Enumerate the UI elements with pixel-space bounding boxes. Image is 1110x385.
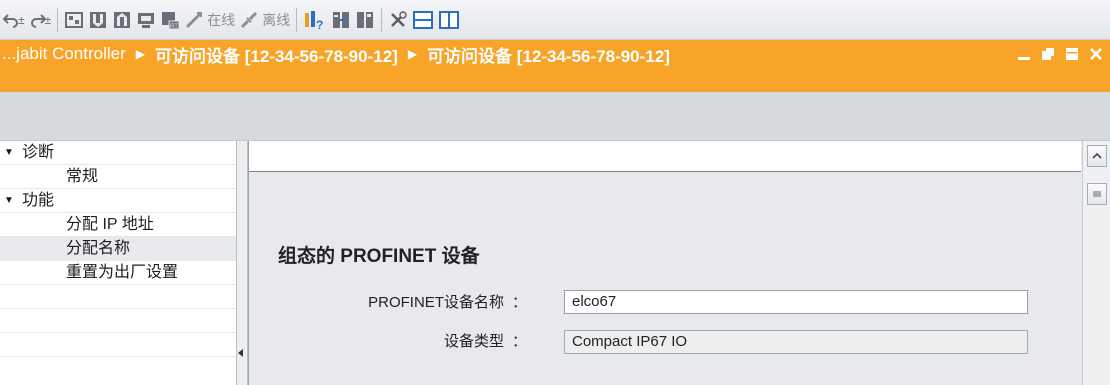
device-name-label: PROFINET设备名称 ： [368,291,527,312]
device-type-field: Compact IP67 IO [564,330,1028,354]
expand-triangle-icon[interactable]: ▼ [4,141,16,164]
svg-text:RT: RT [170,24,178,30]
breadcrumb-item-accessible-device[interactable]: 可访问设备 [12-34-56-78-90-12] [427,42,670,67]
editor-toolbar-area [0,92,1110,141]
nav-item-label: 分配 IP 地址 [66,216,154,233]
breadcrumb-separator-icon: ▶ [135,47,146,61]
nav-item-assign-ip-address[interactable]: 分配 IP 地址 [0,213,236,237]
expand-triangle-icon[interactable]: ▼ [4,189,16,212]
nav-item-label: 重置为出厂设置 [66,264,179,281]
tia-portal-window: ± ± RT 在线 离线 ? ...jabit Controller ▶ 可访问… [0,0,1110,385]
breadcrumb-item-controller[interactable]: ...jabit Controller [2,44,126,64]
toolbar-separator [381,7,383,32]
go-offline-label: 离线 [262,11,291,28]
tools-icon[interactable] [388,7,408,33]
redo-dropdown-icon: ± [44,12,52,27]
assign-name-panel: 组态的 PROFINET 设备 PROFINET设备名称 ： elco67 设备类… [248,141,1081,385]
nav-item-label: 分配名称 [66,240,131,257]
vertical-scrollbar[interactable] [1082,141,1110,385]
breadcrumb-separator-icon: ▶ [407,47,418,61]
accessible-devices-icon[interactable]: ? [303,7,327,33]
device-type-label-text: 设备类型 [443,333,504,350]
split-horizontal-icon[interactable] [412,7,434,33]
device-type-label: 设备类型 ： [444,330,527,351]
device-name-label-text: PROFINET设备名称 [368,294,504,311]
device-type-colon: ： [511,333,527,350]
nav-item-empty [0,333,236,357]
nav-item-label: 功能 [22,192,55,209]
split-vertical-icon[interactable] [438,7,460,33]
undo-button[interactable]: ± [2,7,25,33]
section-title: 组态的 PROFINET 设备 [278,246,480,267]
toolbar-separator [296,7,298,32]
scroll-up-button[interactable] [1087,145,1107,167]
start-simulation-icon[interactable] [136,7,156,33]
scroll-thumb[interactable] [1087,183,1107,205]
breadcrumb-item-accessible-devices[interactable]: 可访问设备 [12-34-56-78-90-12] [155,42,398,67]
device-name-field[interactable]: elco67 [564,290,1028,314]
nav-item-label: 诊断 [22,144,55,161]
nav-item-assign-name[interactable]: 分配名称 [0,237,236,261]
undo-dropdown-icon: ± [18,12,25,27]
function-navigation: ▼ 诊断 常规 ▼ 功能 分配 IP 地址 分配名称 重置为出厂设置 [0,141,236,385]
editor-title-bar: ...jabit Controller ▶ 可访问设备 [12-34-56-78… [0,40,1110,92]
nav-item-empty [0,285,236,309]
nav-item-reset-to-factory[interactable]: 重置为出厂设置 [0,261,236,285]
close-button[interactable] [1086,44,1106,64]
upload-from-device-icon[interactable] [112,7,132,33]
go-online-label: 在线 [207,11,236,28]
go-online-button[interactable]: 在线 [184,7,235,33]
window-controls [1010,40,1106,68]
realtime-icon[interactable]: RT [160,7,180,33]
cross-reference-icon[interactable] [331,7,351,33]
toolbar: ± ± RT 在线 离线 ? [0,0,1110,40]
nav-item-diagnostics[interactable]: ▼ 诊断 [0,141,236,165]
compile-button[interactable] [64,7,84,33]
nav-item-functions[interactable]: ▼ 功能 [0,189,236,213]
breadcrumb: ...jabit Controller ▶ 可访问设备 [12-34-56-78… [0,40,1110,68]
collapse-left-arrow-icon[interactable] [238,349,243,357]
download-to-device-icon[interactable] [88,7,108,33]
nav-item-empty [0,309,236,333]
nav-item-general[interactable]: 常规 [0,165,236,189]
float-window-button[interactable] [1038,44,1058,64]
toolbar-separator [57,7,59,32]
nav-item-label: 常规 [66,168,99,185]
redo-button[interactable]: ± [29,7,52,33]
split-editor-icon[interactable] [355,7,375,33]
device-name-colon: ： [511,294,527,311]
svg-text:?: ? [316,18,323,31]
minimize-button[interactable] [1014,44,1034,64]
go-offline-button[interactable]: 离线 [239,7,290,33]
maximize-button[interactable] [1062,44,1082,64]
nav-splitter[interactable] [236,141,248,385]
panel-header [249,141,1081,172]
